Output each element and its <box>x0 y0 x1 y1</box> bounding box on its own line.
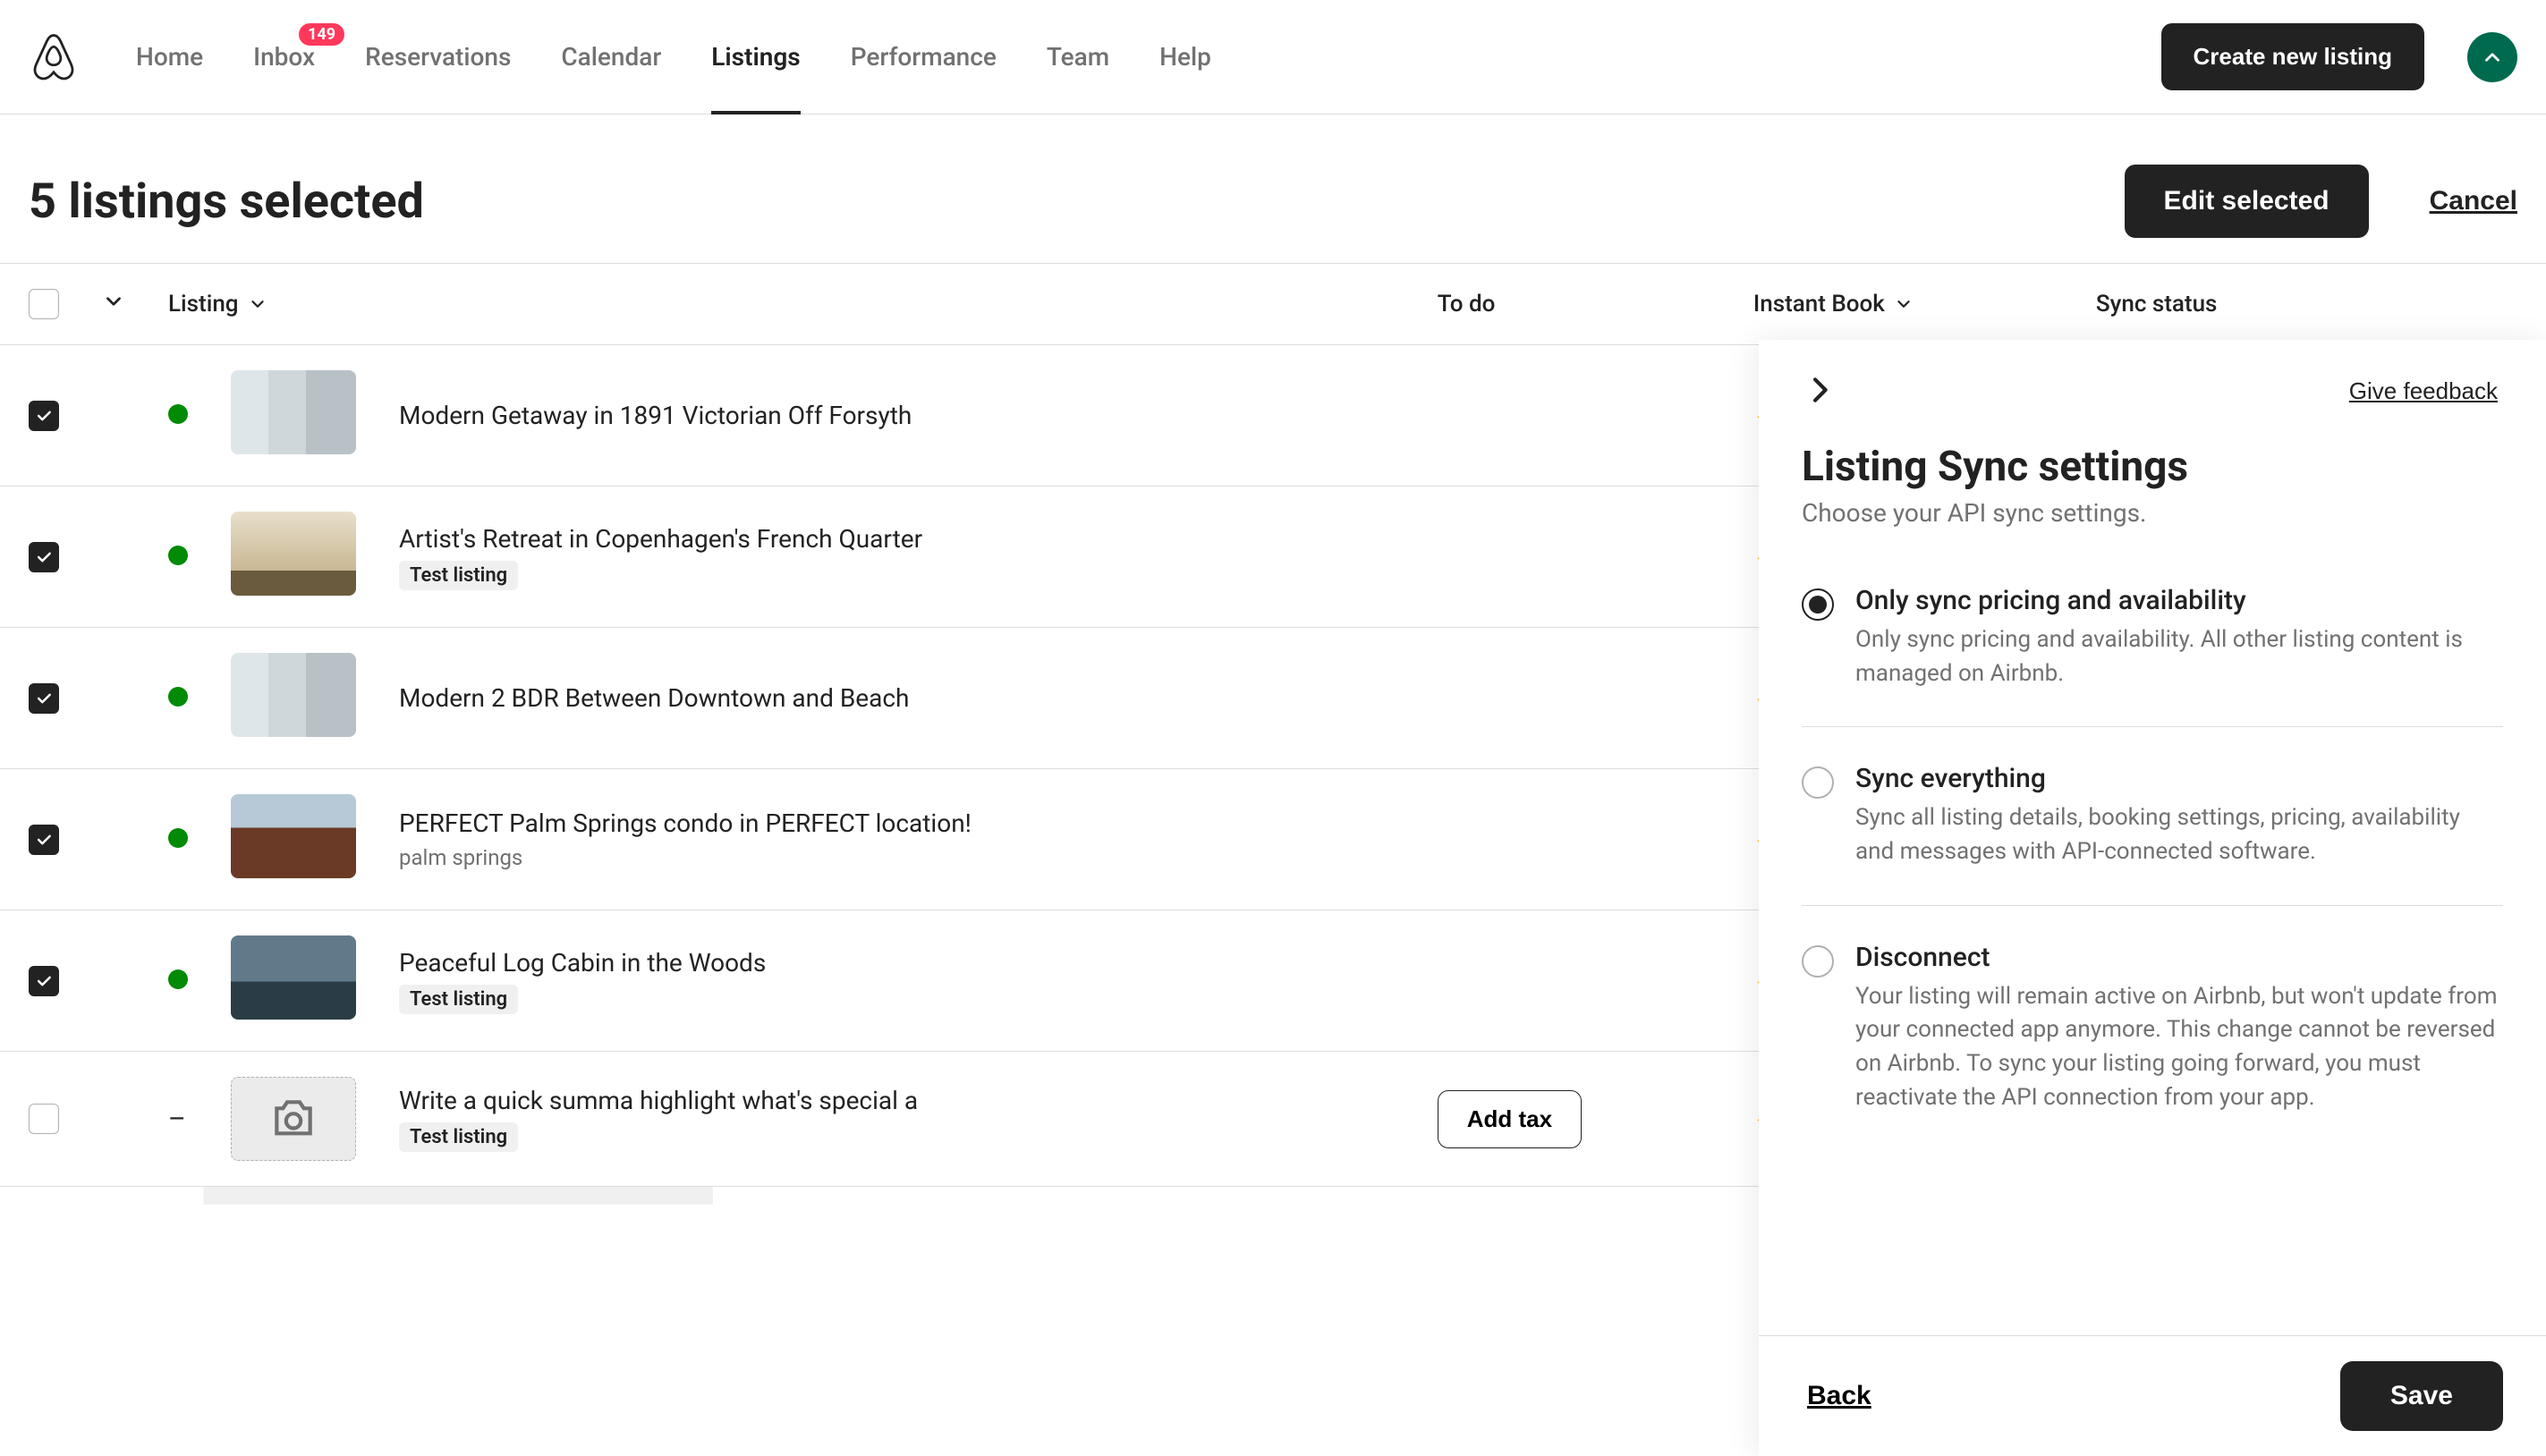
sync-settings-panel: Give feedback Listing Sync settings Choo… <box>1759 340 2546 1456</box>
nav-links: Home Inbox 149 Reservations Calendar Lis… <box>136 0 1211 114</box>
col-listing-label: Listing <box>168 291 239 317</box>
option-description: Your listing will remain active on Airbn… <box>1855 980 2503 1115</box>
status-dot-icon <box>168 404 188 424</box>
option-title: Sync everything <box>1855 763 2503 794</box>
listing-subtitle: palm springs <box>399 845 1395 870</box>
status-dot-icon <box>168 828 188 848</box>
col-instant-book-label: Instant Book <box>1753 291 1885 317</box>
row-checkbox[interactable] <box>29 683 59 714</box>
airbnb-logo-icon <box>29 32 79 82</box>
camera-icon <box>268 1094 318 1144</box>
panel-save-button[interactable]: Save <box>2340 1361 2503 1431</box>
listing-title: Modern 2 BDR Between Downtown and Beach <box>399 683 1395 713</box>
chevron-down-icon <box>102 290 125 313</box>
select-all-checkbox[interactable] <box>29 289 59 319</box>
row-checkbox[interactable] <box>29 401 59 431</box>
col-sync-status: Sync status <box>2075 264 2423 345</box>
option-description: Sync all listing details, booking settin… <box>1855 801 2503 868</box>
listing-thumbnail[interactable] <box>231 370 356 454</box>
nav-calendar[interactable]: Calendar <box>561 0 661 114</box>
nav-reservations[interactable]: Reservations <box>365 0 511 114</box>
test-listing-tag: Test listing <box>399 985 518 1014</box>
test-listing-tag: Test listing <box>399 561 518 590</box>
radio-button[interactable] <box>1802 588 1834 621</box>
sync-option-pricing_availability[interactable]: Only sync pricing and availability Only s… <box>1802 549 2503 727</box>
option-title: Only sync pricing and availability <box>1855 585 2503 616</box>
radio-button[interactable] <box>1802 766 1834 799</box>
chevron-right-icon <box>1802 372 1837 408</box>
top-navbar: Home Inbox 149 Reservations Calendar Lis… <box>0 0 2546 114</box>
nav-inbox[interactable]: Inbox 149 <box>253 0 315 114</box>
col-listing-sort[interactable]: Listing <box>168 291 267 317</box>
radio-button[interactable] <box>1802 945 1834 978</box>
row-checkbox[interactable] <box>29 542 59 572</box>
option-description: Only sync pricing and availability. All … <box>1855 623 2503 690</box>
status-dot-icon <box>168 687 188 707</box>
panel-next-button[interactable] <box>1802 372 1837 411</box>
listing-title: Peaceful Log Cabin in the Woods <box>399 948 1395 978</box>
listing-thumbnail[interactable] <box>231 653 356 737</box>
sync-option-disconnect[interactable]: Disconnect Your listing will remain activ… <box>1802 906 2503 1151</box>
panel-title: Listing Sync settings <box>1802 443 2503 491</box>
selection-bar: 5 listings selected Edit selected Cancel <box>0 114 2546 263</box>
option-title: Disconnect <box>1855 942 2503 973</box>
listing-thumbnail[interactable] <box>231 935 356 1020</box>
status-dot-icon <box>168 969 188 989</box>
col-todo: To do <box>1416 264 1732 345</box>
listing-title: Write a quick summa highlight what's spe… <box>399 1086 1395 1115</box>
row-checkbox[interactable] <box>29 1104 59 1134</box>
brand-logo[interactable] <box>29 32 79 82</box>
panel-back-button[interactable]: Back <box>1802 1380 1877 1412</box>
give-feedback-link[interactable]: Give feedback <box>2344 377 2503 406</box>
collapse-all-toggle[interactable] <box>102 290 125 313</box>
chevron-down-icon <box>1894 294 1914 314</box>
inbox-badge: 149 <box>296 21 347 48</box>
nav-listings[interactable]: Listings <box>711 0 800 114</box>
profile-avatar[interactable] <box>2467 32 2517 82</box>
test-listing-tag: Test listing <box>399 1122 518 1152</box>
create-listing-button[interactable]: Create new listing <box>2161 23 2425 90</box>
status-dot-icon <box>168 546 188 565</box>
nav-home[interactable]: Home <box>136 0 203 114</box>
listing-title: PERFECT Palm Springs condo in PERFECT lo… <box>399 808 1395 838</box>
row-checkbox[interactable] <box>29 825 59 855</box>
cancel-selection-button[interactable]: Cancel <box>2390 165 2517 238</box>
selection-count-title: 5 listings selected <box>29 174 424 230</box>
status-dash-icon: – <box>168 1104 186 1135</box>
chevron-up-icon <box>2481 46 2504 69</box>
listing-thumbnail[interactable] <box>231 1077 356 1161</box>
sync-option-everything[interactable]: Sync everything Sync all listing details,… <box>1802 727 2503 905</box>
listing-thumbnail[interactable] <box>231 512 356 596</box>
nav-team[interactable]: Team <box>1047 0 1109 114</box>
listing-thumbnail[interactable] <box>231 794 356 878</box>
todo-add-tax-button[interactable]: Add tax <box>1438 1090 1582 1148</box>
chevron-down-icon <box>248 294 267 314</box>
listing-title: Artist's Retreat in Copenhagen's French … <box>399 524 1395 554</box>
row-checkbox[interactable] <box>29 966 59 996</box>
edit-selected-button[interactable]: Edit selected <box>2125 165 2369 238</box>
panel-subtitle: Choose your API sync settings. <box>1802 498 2503 528</box>
col-instant-book-sort[interactable]: Instant Book <box>1753 291 1914 317</box>
nav-performance[interactable]: Performance <box>851 0 997 114</box>
nav-help[interactable]: Help <box>1159 0 1211 114</box>
listing-title: Modern Getaway in 1891 Victorian Off For… <box>399 401 1395 430</box>
